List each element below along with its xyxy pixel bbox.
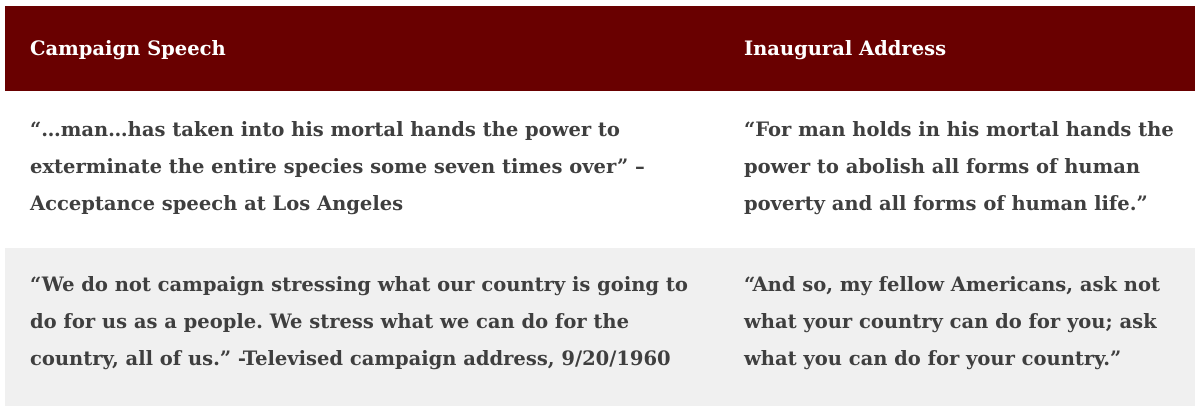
table-header-row: Campaign Speech Inaugural Address xyxy=(5,6,1195,91)
table-row: “…man…has taken into his mortal hands th… xyxy=(5,91,1195,248)
table-row: “We do not campaign stressing what our c… xyxy=(5,248,1195,406)
campaign-quote-cell: “…man…has taken into his mortal hands th… xyxy=(30,118,645,215)
inaugural-quote-cell: “And so, my fellow Americans, ask not wh… xyxy=(744,273,1160,370)
header-inaugural-address: Inaugural Address xyxy=(744,37,947,60)
inaugural-quote-cell: “For man holds in his mortal hands the p… xyxy=(744,118,1174,215)
speech-comparison-table: Campaign Speech Inaugural Address “…man…… xyxy=(5,6,1195,406)
campaign-quote-cell: “We do not campaign stressing what our c… xyxy=(30,273,688,370)
header-campaign-speech: Campaign Speech xyxy=(30,37,226,60)
